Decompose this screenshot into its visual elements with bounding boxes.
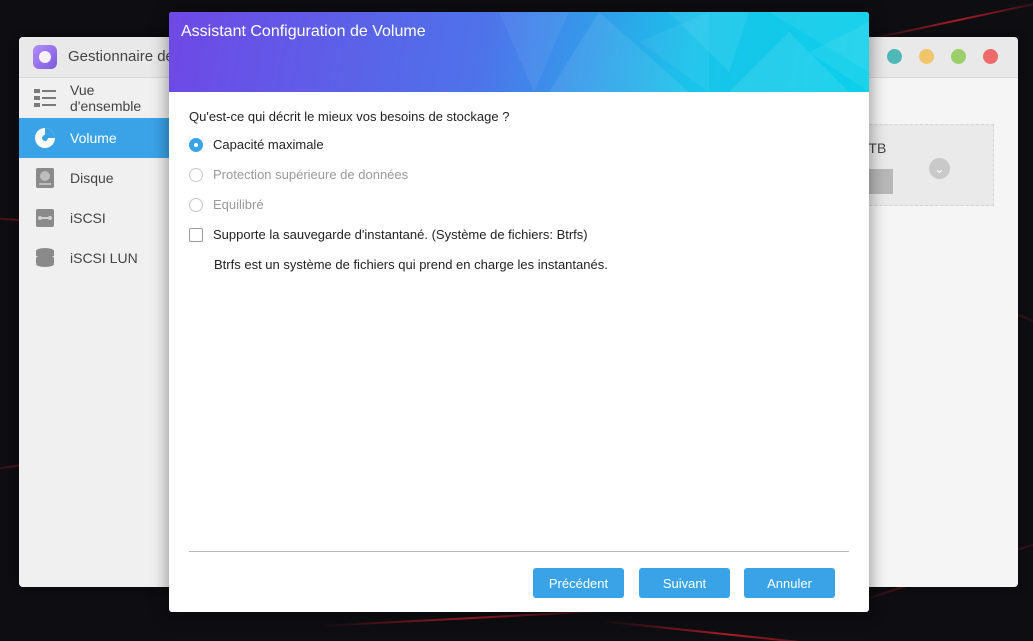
radio-max-capacity[interactable]: [189, 137, 203, 152]
next-button[interactable]: Suivant: [639, 568, 730, 598]
sidebar-item-label: iSCSI: [70, 210, 106, 226]
radio-balanced[interactable]: [189, 197, 203, 212]
window-controls: [887, 49, 998, 64]
option-label: Equilibré: [213, 197, 264, 212]
dialog-body: Qu'est-ce qui décrit le mieux vos besoin…: [169, 92, 869, 612]
database-icon: [34, 247, 56, 269]
btrfs-note: Btrfs est un système de fichiers qui pre…: [214, 257, 608, 272]
sidebar-item-iscsi[interactable]: iSCSI: [19, 198, 169, 238]
minimize-dot-icon[interactable]: [919, 49, 934, 64]
sidebar-item-overview[interactable]: Vue d'ensemble: [19, 78, 169, 118]
dialog-title: Assistant Configuration de Volume: [181, 23, 426, 40]
sidebar-item-label: Volume: [70, 130, 117, 146]
list-icon: [34, 87, 56, 109]
previous-button[interactable]: Précédent: [533, 568, 624, 598]
option-label: Protection supérieure de données: [213, 167, 409, 182]
footer-divider: [189, 551, 849, 552]
help-dot-icon[interactable]: [887, 49, 902, 64]
volume-wizard-dialog: Assistant Configuration de Volume Qu'est…: [169, 12, 869, 612]
maximize-dot-icon[interactable]: [951, 49, 966, 64]
option-balanced[interactable]: Equilibré: [189, 197, 264, 212]
question-label: Qu'est-ce qui décrit le mieux vos besoin…: [189, 109, 510, 124]
sidebar-item-iscsi-lun[interactable]: iSCSI LUN: [19, 238, 169, 278]
sidebar-item-label: iSCSI LUN: [70, 250, 138, 266]
radio-data-protection[interactable]: [189, 167, 203, 182]
option-label: Capacité maximale: [213, 137, 324, 152]
volume-pie-icon: [34, 127, 56, 149]
iscsi-icon: [34, 207, 56, 229]
snapshot-support-option[interactable]: Supporte la sauvegarde d'instantané. (Sy…: [189, 227, 588, 242]
dialog-header: Assistant Configuration de Volume: [169, 12, 869, 92]
sidebar-item-label: Disque: [70, 170, 114, 186]
cancel-button[interactable]: Annuler: [744, 568, 835, 598]
app-logo-icon: [33, 45, 57, 69]
option-data-protection[interactable]: Protection supérieure de données: [189, 167, 408, 182]
option-max-capacity[interactable]: Capacité maximale: [189, 137, 324, 152]
sidebar-item-volume[interactable]: Volume: [19, 118, 169, 158]
sidebar-item-label: Vue d'ensemble: [70, 82, 142, 114]
close-dot-icon[interactable]: [983, 49, 998, 64]
disk-icon: [34, 167, 56, 189]
snapshot-checkbox[interactable]: [189, 227, 203, 242]
sidebar-item-disk[interactable]: Disque: [19, 158, 169, 198]
sidebar: Vue d'ensemble Volume Disque iSCSI iSCSI…: [19, 78, 169, 587]
chevron-down-icon[interactable]: ⌄: [929, 158, 950, 179]
snapshot-checkbox-label: Supporte la sauvegarde d'instantané. (Sy…: [213, 227, 588, 242]
